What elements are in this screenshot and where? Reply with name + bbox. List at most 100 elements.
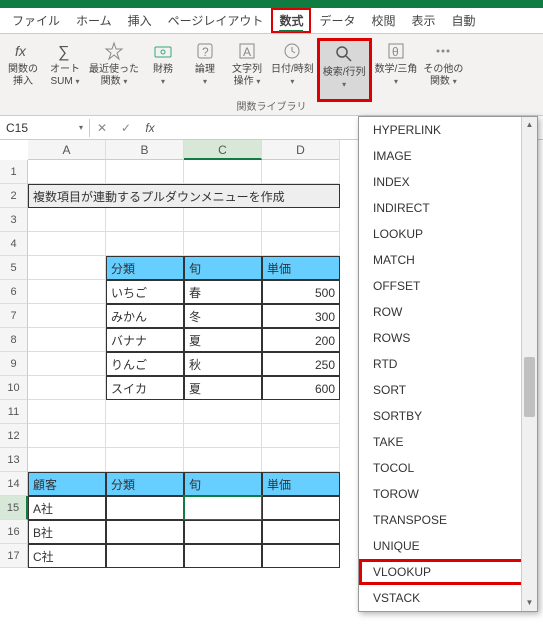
- row-header[interactable]: 16: [0, 520, 28, 544]
- cell[interactable]: 旬: [184, 472, 262, 496]
- tab-home[interactable]: ホーム: [68, 8, 120, 33]
- scroll-down-icon[interactable]: ▼: [522, 595, 537, 611]
- row-header[interactable]: 4: [0, 232, 28, 256]
- row-header[interactable]: 12: [0, 424, 28, 448]
- lookup-button[interactable]: 検索/行列▾: [317, 38, 372, 102]
- row-header[interactable]: 11: [0, 400, 28, 424]
- cell[interactable]: [184, 520, 262, 544]
- cell[interactable]: [184, 424, 262, 448]
- scroll-thumb[interactable]: [524, 357, 535, 417]
- cell[interactable]: [262, 520, 340, 544]
- tab-auto[interactable]: 自動: [444, 8, 484, 33]
- col-header-c[interactable]: C: [184, 140, 262, 160]
- dropdown-item-hyperlink[interactable]: HYPERLINK: [359, 117, 537, 143]
- cancel-icon[interactable]: ✕: [90, 121, 114, 135]
- dropdown-item-vstack[interactable]: VSTACK: [359, 585, 537, 611]
- dropdown-item-torow[interactable]: TOROW: [359, 481, 537, 507]
- row-header[interactable]: 6: [0, 280, 28, 304]
- cell[interactable]: 単価: [262, 256, 340, 280]
- cell[interactable]: [106, 400, 184, 424]
- cell[interactable]: [28, 232, 106, 256]
- row-header[interactable]: 8: [0, 328, 28, 352]
- cell[interactable]: [28, 424, 106, 448]
- cell[interactable]: [106, 232, 184, 256]
- cell[interactable]: 顧客: [28, 472, 106, 496]
- cell[interactable]: [28, 400, 106, 424]
- cell[interactable]: [28, 256, 106, 280]
- tab-data[interactable]: データ: [311, 8, 363, 33]
- cell[interactable]: 分類: [106, 472, 184, 496]
- financial-button[interactable]: 財務▾: [142, 38, 184, 102]
- dropdown-item-unique[interactable]: UNIQUE: [359, 533, 537, 559]
- cell[interactable]: [262, 448, 340, 472]
- cell[interactable]: 冬: [184, 304, 262, 328]
- cell[interactable]: [28, 328, 106, 352]
- cell[interactable]: [28, 208, 106, 232]
- cell[interactable]: [106, 496, 184, 520]
- autosum-button[interactable]: ∑ オートSUM ▾: [44, 38, 86, 102]
- cell[interactable]: [106, 448, 184, 472]
- name-box[interactable]: C15▾: [0, 119, 90, 137]
- dropdown-item-take[interactable]: TAKE: [359, 429, 537, 455]
- row-header[interactable]: 1: [0, 160, 28, 184]
- cell[interactable]: いちご: [106, 280, 184, 304]
- cell[interactable]: [28, 448, 106, 472]
- tab-insert[interactable]: 挿入: [120, 8, 160, 33]
- cell[interactable]: バナナ: [106, 328, 184, 352]
- row-header[interactable]: 9: [0, 352, 28, 376]
- cell[interactable]: 秋: [184, 352, 262, 376]
- cell[interactable]: [262, 232, 340, 256]
- tab-review[interactable]: 校閲: [363, 8, 403, 33]
- dropdown-item-tocol[interactable]: TOCOL: [359, 455, 537, 481]
- row-header[interactable]: 3: [0, 208, 28, 232]
- col-header-d[interactable]: D: [262, 140, 340, 160]
- row-header[interactable]: 13: [0, 448, 28, 472]
- cell[interactable]: [262, 160, 340, 184]
- cell[interactable]: 夏: [184, 376, 262, 400]
- cell[interactable]: [106, 520, 184, 544]
- cell[interactable]: [184, 544, 262, 568]
- dropdown-item-rtd[interactable]: RTD: [359, 351, 537, 377]
- dropdown-item-match[interactable]: MATCH: [359, 247, 537, 273]
- cell[interactable]: [28, 160, 106, 184]
- row-header[interactable]: 15: [0, 496, 28, 520]
- chevron-down-icon[interactable]: ▾: [79, 123, 83, 132]
- dropdown-item-row[interactable]: ROW: [359, 299, 537, 325]
- cell[interactable]: [184, 400, 262, 424]
- cell[interactable]: [184, 208, 262, 232]
- recent-functions-button[interactable]: 最近使った関数 ▾: [86, 38, 142, 102]
- cell[interactable]: 200: [262, 328, 340, 352]
- dropdown-item-indirect[interactable]: INDIRECT: [359, 195, 537, 221]
- cell[interactable]: B社: [28, 520, 106, 544]
- dropdown-item-vlookup[interactable]: VLOOKUP: [359, 559, 537, 585]
- col-header-b[interactable]: B: [106, 140, 184, 160]
- row-header[interactable]: 10: [0, 376, 28, 400]
- cell[interactable]: りんご: [106, 352, 184, 376]
- cell[interactable]: みかん: [106, 304, 184, 328]
- cell[interactable]: [28, 376, 106, 400]
- cell[interactable]: [106, 424, 184, 448]
- cell[interactable]: 単価: [262, 472, 340, 496]
- tab-view[interactable]: 表示: [403, 8, 443, 33]
- dropdown-item-lookup[interactable]: LOOKUP: [359, 221, 537, 247]
- cell-title[interactable]: 複数項目が連動するプルダウンメニューを作成: [28, 184, 340, 208]
- cell[interactable]: [184, 160, 262, 184]
- cell[interactable]: C社: [28, 544, 106, 568]
- cell[interactable]: [106, 208, 184, 232]
- cell[interactable]: [106, 160, 184, 184]
- cell[interactable]: [28, 304, 106, 328]
- cell[interactable]: [262, 208, 340, 232]
- row-header[interactable]: 17: [0, 544, 28, 568]
- dropdown-item-image[interactable]: IMAGE: [359, 143, 537, 169]
- cell[interactable]: スイカ: [106, 376, 184, 400]
- fx-icon[interactable]: fx: [138, 121, 162, 135]
- cell[interactable]: 300: [262, 304, 340, 328]
- cell-active[interactable]: [184, 496, 262, 520]
- cell[interactable]: 分類: [106, 256, 184, 280]
- cell[interactable]: [262, 544, 340, 568]
- dropdown-item-sort[interactable]: SORT: [359, 377, 537, 403]
- cell[interactable]: [184, 448, 262, 472]
- row-header[interactable]: 2: [0, 184, 28, 208]
- row-header[interactable]: 5: [0, 256, 28, 280]
- dropdown-item-index[interactable]: INDEX: [359, 169, 537, 195]
